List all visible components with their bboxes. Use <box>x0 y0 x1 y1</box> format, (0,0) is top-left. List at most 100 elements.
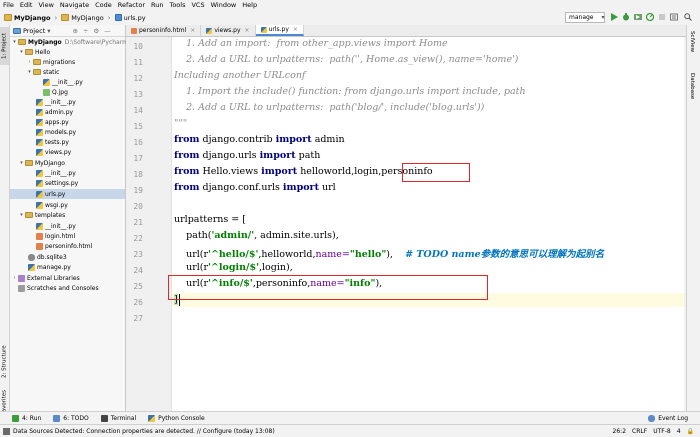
folder-icon <box>33 69 41 75</box>
tree-item-tests-py[interactable]: tests.py <box>36 137 69 147</box>
code-line: from Hello.views import helloworld,login… <box>174 166 433 177</box>
file-encoding[interactable]: UTF-8 <box>653 428 671 435</box>
tree-item-apps-py[interactable]: apps.py <box>36 117 69 127</box>
tree-item-mydjango-init[interactable]: __init__.py <box>36 168 76 178</box>
settings-icon[interactable] <box>670 13 678 21</box>
terminal-tool-button[interactable]: Terminal <box>100 415 136 422</box>
tree-item-templates-init[interactable]: __init__.py <box>36 221 76 231</box>
database-tool-tab[interactable]: Database <box>689 73 695 99</box>
breadcrumb-file[interactable]: urls.py <box>114 14 146 22</box>
collapse-icon[interactable]: ÷ <box>83 27 88 35</box>
tree-item-templates[interactable]: ▾ templates <box>18 210 65 220</box>
tree-item-migrations[interactable]: › migrations <box>26 57 76 67</box>
todo-tool-button[interactable]: 6: TODO <box>53 415 89 422</box>
event-log-button[interactable]: Event Log <box>648 415 688 422</box>
tree-item-mydjango-root[interactable]: ▾ MyDjango D:\Software\Pycharm\ <box>11 37 130 47</box>
menu-navigate[interactable]: Navigate <box>57 1 92 9</box>
code-line: Including another URLconf <box>174 70 306 81</box>
menu-view[interactable]: View <box>35 1 56 9</box>
tree-item-mydjango-package[interactable]: ▾ MyDjango <box>18 158 65 168</box>
project-tool-tab[interactable]: 1: Project <box>0 27 9 65</box>
expand-arrow-icon: ▾ <box>20 49 23 55</box>
menu-run[interactable]: Run <box>148 1 166 9</box>
menu-edit[interactable]: Edit <box>17 1 36 9</box>
project-panel-title[interactable]: Project <box>23 27 45 35</box>
tree-item-admin-py[interactable]: admin.py <box>36 107 73 117</box>
tab-personinfo-html[interactable]: personinfo.html × <box>126 25 202 36</box>
line-number: 13 <box>133 90 143 99</box>
tree-item-manage-py[interactable]: manage.py <box>28 262 71 272</box>
caret-position[interactable]: 26:2 <box>613 428 626 435</box>
annotation-box-info-url <box>168 275 488 300</box>
run-icon[interactable] <box>610 13 618 21</box>
html-file-icon <box>36 232 43 240</box>
debug-icon[interactable] <box>622 13 630 21</box>
sciview-tool-tab[interactable]: SciView <box>689 31 695 52</box>
breadcrumb-package[interactable]: MyDjango › <box>61 14 111 22</box>
locate-icon[interactable]: ⊕ <box>73 27 78 35</box>
tab-urls-py[interactable]: urls.py × <box>255 25 304 36</box>
code-line: urlpatterns = [ <box>174 214 246 225</box>
line-number: 26 <box>133 298 143 307</box>
close-icon[interactable]: × <box>190 27 195 34</box>
menu-help[interactable]: Help <box>239 1 260 9</box>
menu-refactor[interactable]: Refactor <box>115 1 148 9</box>
code-editor[interactable]: 1. Add an import: from other_app.views i… <box>168 37 684 411</box>
tree-item-models-py[interactable]: models.py <box>36 127 76 137</box>
gear-icon[interactable]: ⚙ <box>93 27 99 35</box>
line-number: 24 <box>133 266 143 275</box>
keyword: from <box>174 182 200 193</box>
menu-tools[interactable]: Tools <box>166 1 188 9</box>
tree-item-static[interactable]: ▾ static <box>26 67 59 77</box>
line-number: 12 <box>133 74 143 83</box>
hide-icon[interactable]: — <box>104 27 111 35</box>
python-file-icon <box>28 263 35 271</box>
tree-item-personinfo-html[interactable]: personinfo.html <box>36 241 92 251</box>
tree-label: manage.py <box>37 263 71 271</box>
python-file-icon <box>36 108 43 116</box>
breadcrumb-project[interactable]: MyDjango › <box>4 14 57 22</box>
menu-window[interactable]: Window <box>208 1 240 9</box>
parameter-name: name= <box>315 249 350 260</box>
code-text: , admin.site.urls), <box>254 230 339 241</box>
tree-item-hello-init[interactable]: __init__.py <box>36 97 76 107</box>
structure-tool-tab[interactable]: 2: Structure <box>0 340 9 384</box>
stop-icon[interactable] <box>658 13 666 21</box>
tool-label: 4: Run <box>22 415 42 422</box>
lock-icon[interactable]: 🔒 <box>687 428 694 435</box>
menu-file[interactable]: File <box>0 1 17 9</box>
tree-item-scratches[interactable]: Scratches and Consoles <box>11 283 99 293</box>
code-line: 2. Add a URL to urlpatterns: path('blog/… <box>174 102 485 113</box>
run-configuration-select[interactable]: manage ▾ <box>565 12 605 23</box>
menu-vcs[interactable]: VCS <box>188 1 207 9</box>
tree-item-db-sqlite3[interactable]: db.sqlite3 <box>28 252 67 262</box>
tree-label: External Libraries <box>27 274 80 282</box>
status-message[interactable]: Data Sources Detected: Connection proper… <box>13 428 275 435</box>
menu-code[interactable]: Code <box>92 1 115 9</box>
code-text: helloworld,login, <box>297 166 382 177</box>
tree-item-login-html[interactable]: login.html <box>36 231 75 241</box>
profile-icon[interactable] <box>646 13 654 21</box>
tree-item-settings-py[interactable]: settings.py <box>36 178 78 188</box>
indent-setting[interactable]: 4 <box>677 428 681 435</box>
tree-item-views-py[interactable]: views.py <box>36 147 71 157</box>
tree-item-urls-py[interactable]: urls.py <box>10 189 125 199</box>
tree-item-static-init[interactable]: __init__.py <box>43 77 83 87</box>
coverage-icon[interactable] <box>634 13 642 21</box>
status-icon <box>3 427 10 435</box>
run-tool-button[interactable]: 4: Run <box>12 415 41 422</box>
python-file-icon <box>114 14 122 21</box>
tree-item-wsgi-py[interactable]: wsgi.py <box>36 200 68 210</box>
tab-views-py[interactable]: views.py × <box>201 25 256 36</box>
python-console-tool-button[interactable]: Python Console <box>148 415 205 422</box>
close-icon[interactable]: × <box>293 26 298 33</box>
tree-item-q-jpg[interactable]: Q.jpg <box>43 87 68 97</box>
line-separator[interactable]: CRLF <box>632 428 647 435</box>
tree-item-hello[interactable]: ▾ Hello <box>18 47 50 57</box>
python-file-icon <box>260 26 267 33</box>
tree-item-external-libraries[interactable]: › External Libraries <box>11 273 80 283</box>
search-icon[interactable] <box>684 13 692 21</box>
tree-label: __init__.py <box>45 222 76 230</box>
chevron-down-icon[interactable]: ▾ <box>47 27 50 35</box>
close-icon[interactable]: × <box>245 27 250 34</box>
